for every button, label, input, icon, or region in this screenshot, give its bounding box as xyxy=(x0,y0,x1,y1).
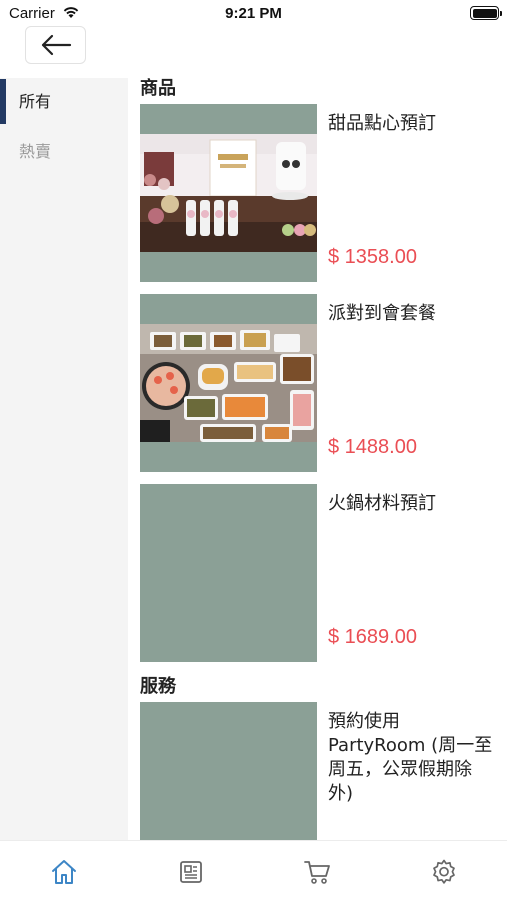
tab-news[interactable] xyxy=(176,857,206,887)
product-image xyxy=(140,294,317,472)
section-title-products: 商品 xyxy=(140,78,176,99)
status-bar: Carrier 9:21 PM xyxy=(0,0,507,28)
service-name: 預約使用PartyRoom (周一至周五，公眾假期除外) xyxy=(328,711,493,804)
party-food-platter-photo xyxy=(140,324,317,442)
product-card[interactable]: 甜品點心預訂 $ 1358.00 xyxy=(140,104,500,294)
cart-icon xyxy=(304,861,330,884)
news-icon xyxy=(180,861,202,883)
tab-cart[interactable] xyxy=(302,857,332,887)
status-time: 9:21 PM xyxy=(225,5,282,22)
product-name: 派對到會套餐 xyxy=(328,303,436,324)
product-card[interactable]: 火鍋材料預訂 $ 1689.00 xyxy=(140,484,500,674)
product-name: 火鍋材料預訂 xyxy=(328,493,436,514)
product-image-placeholder xyxy=(140,484,317,662)
product-image xyxy=(140,104,317,282)
product-price: $ 1689.00 xyxy=(328,626,417,648)
tab-settings[interactable] xyxy=(429,857,459,887)
sidebar-item-hot[interactable]: 熱賣 xyxy=(0,128,128,178)
product-name: 甜品點心預訂 xyxy=(328,113,436,134)
sidebar-item-label: 熱賣 xyxy=(19,142,52,161)
dessert-table-photo xyxy=(140,134,317,252)
product-price: $ 1488.00 xyxy=(328,436,417,458)
back-button[interactable] xyxy=(25,26,86,64)
battery-icon xyxy=(470,6,502,20)
category-sidebar: 所有 熱賣 xyxy=(0,78,128,840)
sidebar-item-label: 所有 xyxy=(19,92,52,111)
section-title-services: 服務 xyxy=(140,676,176,697)
gear-icon xyxy=(433,859,455,884)
sidebar-item-all[interactable]: 所有 xyxy=(0,78,128,128)
tab-home[interactable] xyxy=(49,857,79,887)
product-price: $ 1358.00 xyxy=(328,246,417,268)
service-image-placeholder xyxy=(140,702,317,840)
bottom-tab-bar xyxy=(0,840,507,900)
product-card[interactable]: 派對到會套餐 $ 1488.00 xyxy=(140,294,500,484)
product-list: 商品 甜品點心預訂 $ 1358.00 派對到會套餐 $ 1488.00 火鍋材… xyxy=(140,74,500,840)
home-icon xyxy=(52,860,76,884)
arrow-left-icon xyxy=(41,34,71,56)
service-card[interactable]: 預約使用PartyRoom (周一至周五，公眾假期除外) xyxy=(140,702,500,840)
